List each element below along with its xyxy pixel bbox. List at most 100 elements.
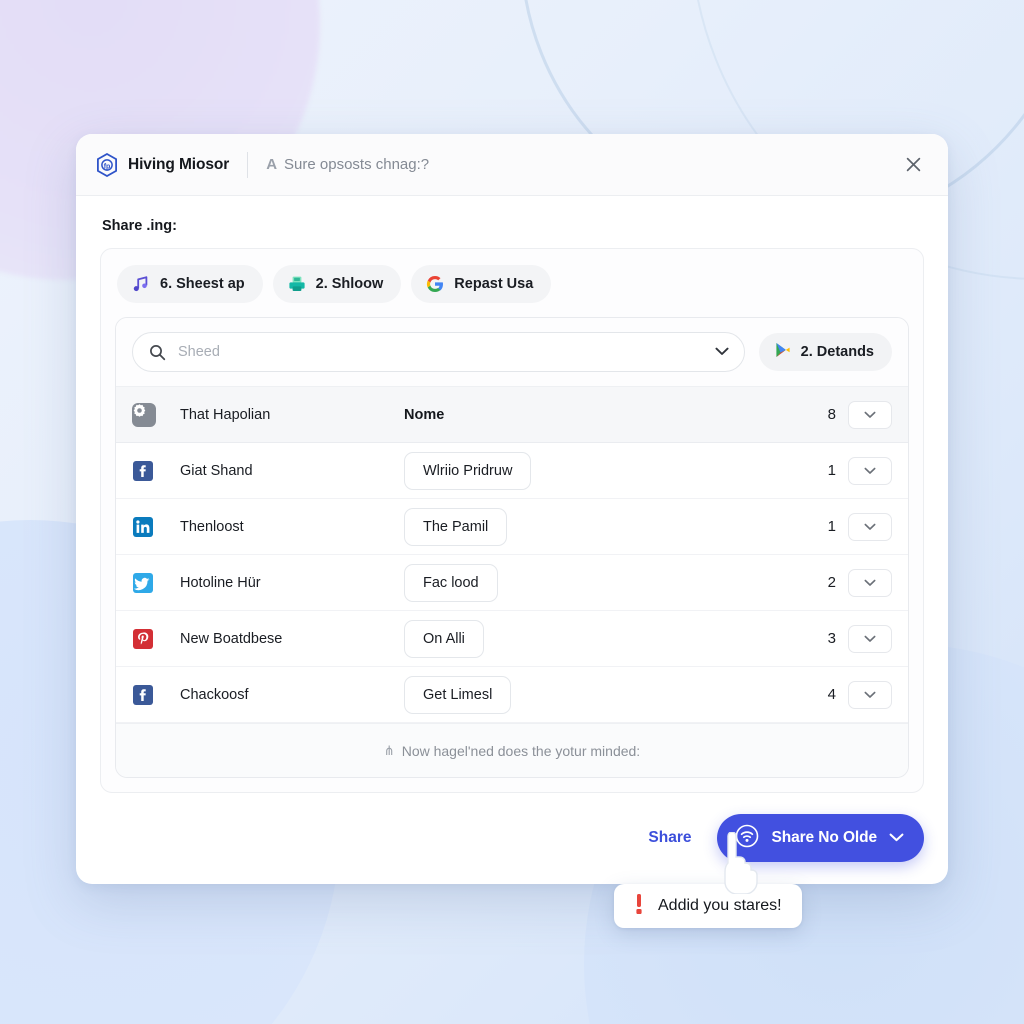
row-action-pill[interactable]: Wlriio Pridruw bbox=[404, 451, 532, 490]
screen: fp Hiving Miosor A Sure opsosts chnag:? bbox=[0, 0, 1024, 1024]
subtitle-glyph-icon: A bbox=[266, 156, 278, 173]
exclamation-icon bbox=[632, 892, 646, 921]
linkedin-icon bbox=[132, 516, 154, 538]
chevron-down-icon bbox=[864, 406, 876, 424]
share-list-card: 2. Detands Th bbox=[115, 317, 909, 778]
chip-shloow[interactable]: 2. Shloow bbox=[272, 265, 402, 303]
header-middle-cell: Nome bbox=[404, 407, 814, 423]
row-dropdown-button[interactable] bbox=[848, 456, 892, 485]
header-name: That Hapolian bbox=[180, 406, 271, 423]
table-row[interactable]: Hotoline Hür Fac lood 2 bbox=[116, 555, 908, 611]
row-dropdown-button[interactable] bbox=[848, 624, 892, 653]
detands-label: 2. Detands bbox=[800, 344, 874, 360]
header-icon-cell bbox=[132, 402, 180, 427]
row-icon-cell bbox=[132, 628, 180, 650]
share-wifi-icon bbox=[735, 824, 759, 853]
footnote-text: Now hagel'ned does the yotur minded: bbox=[401, 742, 641, 759]
pinterest-icon bbox=[132, 628, 154, 650]
row-icon-cell bbox=[132, 460, 180, 482]
facebook-icon bbox=[132, 460, 154, 482]
row-middle-cell: Wlriio Pridruw bbox=[404, 451, 814, 490]
table-row[interactable]: Chackoosf Get Limesl 4 bbox=[116, 667, 908, 723]
header-count: 8 bbox=[827, 406, 836, 423]
chevron-down-icon bbox=[715, 343, 729, 361]
search-input[interactable] bbox=[178, 344, 702, 360]
row-chevron-cell bbox=[848, 512, 892, 541]
search-row: 2. Detands bbox=[116, 318, 908, 387]
row-middle-cell: On Alli bbox=[404, 619, 814, 658]
row-chevron-cell bbox=[848, 568, 892, 597]
share-panel: 6. Sheest ap 2. Shloow Repast Usa Sheed … bbox=[100, 248, 924, 793]
row-middle-cell: The Pamil bbox=[404, 507, 814, 546]
titlebar-divider bbox=[247, 151, 249, 178]
row-action-pill[interactable]: Fac lood bbox=[404, 563, 498, 602]
row-name: Chackoosf bbox=[180, 686, 249, 703]
row-name: Hotoline Hür bbox=[180, 574, 261, 591]
brand-name: Hiving Miosor bbox=[128, 155, 230, 173]
row-dropdown-button[interactable] bbox=[848, 680, 892, 709]
row-icon-cell bbox=[132, 516, 180, 538]
google-g-icon bbox=[425, 274, 445, 294]
row-count: 2 bbox=[827, 574, 836, 591]
row-name: New Boatdbese bbox=[180, 630, 283, 647]
row-middle-cell: Fac lood bbox=[404, 563, 814, 602]
close-button[interactable] bbox=[896, 148, 930, 182]
row-dropdown-button[interactable] bbox=[848, 512, 892, 541]
close-icon bbox=[904, 155, 923, 174]
table-row[interactable]: Thenloost The Pamil 1 bbox=[116, 499, 908, 555]
header-chevron-cell bbox=[848, 400, 892, 429]
section-label: Share .ing: bbox=[102, 218, 177, 234]
chevron-down-icon bbox=[864, 574, 876, 592]
chip-label: 6. Sheest ap bbox=[160, 276, 245, 292]
chevron-down-icon bbox=[864, 630, 876, 648]
chevron-down-icon bbox=[864, 518, 876, 536]
header-middle-label: Nome bbox=[404, 406, 445, 423]
footnote-glyph-icon: ⋔ bbox=[383, 742, 395, 758]
tooltip-text: Addid you stares! bbox=[658, 897, 782, 914]
row-name: Thenloost bbox=[180, 518, 244, 535]
table-row[interactable]: Giat Shand Wlriio Pridruw 1 bbox=[116, 443, 908, 499]
row-chevron-cell bbox=[848, 624, 892, 653]
chevron-down-icon bbox=[864, 686, 876, 704]
svg-text:fp: fp bbox=[104, 163, 111, 170]
row-chevron-cell bbox=[848, 680, 892, 709]
row-icon-cell bbox=[132, 684, 180, 706]
row-icon-cell bbox=[132, 572, 180, 594]
table-row[interactable]: New Boatdbese On Alli 3 bbox=[116, 611, 908, 667]
row-count: 4 bbox=[827, 686, 836, 703]
share-link-button[interactable]: Share bbox=[648, 829, 691, 847]
chip-repast-usa[interactable]: Repast Usa bbox=[411, 265, 552, 303]
chip-row: 6. Sheest ap 2. Shloow Repast Usa bbox=[115, 263, 909, 317]
dialog-body: Share .ing: 6. Sheest ap 2. Shloow Repas… bbox=[76, 196, 948, 793]
row-name: Giat Shand bbox=[180, 462, 253, 479]
printer-icon bbox=[287, 274, 307, 294]
facebook-icon bbox=[132, 684, 154, 706]
row-middle-cell: Get Limesl bbox=[404, 675, 814, 714]
music-note-icon bbox=[131, 274, 151, 294]
twitter-icon bbox=[132, 572, 154, 594]
dialog-titlebar: fp Hiving Miosor A Sure opsosts chnag:? bbox=[76, 134, 948, 196]
play-store-icon bbox=[773, 341, 791, 363]
brand: fp Hiving Miosor bbox=[96, 152, 247, 177]
row-dropdown-button[interactable] bbox=[848, 568, 892, 597]
hexagon-badge-icon: fp bbox=[96, 152, 118, 177]
subtitle-text: Sure opsosts chnag:? bbox=[284, 156, 430, 173]
row-action-pill[interactable]: Get Limesl bbox=[404, 675, 512, 714]
dialog-footer: Share Share No Olde bbox=[76, 792, 948, 884]
search-box[interactable] bbox=[132, 332, 745, 372]
share-now-button[interactable]: Share No Olde bbox=[717, 814, 924, 862]
chip-label: 2. Shloow bbox=[315, 276, 384, 292]
share-dialog: fp Hiving Miosor A Sure opsosts chnag:? bbox=[76, 134, 948, 884]
header-dropdown-button[interactable] bbox=[848, 400, 892, 429]
row-action-pill[interactable]: The Pamil bbox=[404, 507, 508, 546]
search-dropdown-toggle[interactable] bbox=[714, 343, 730, 361]
row-action-pill[interactable]: On Alli bbox=[404, 619, 484, 658]
detands-button[interactable]: 2. Detands bbox=[758, 333, 892, 371]
share-now-label: Share No Olde bbox=[771, 829, 877, 846]
row-chevron-cell bbox=[848, 456, 892, 485]
chevron-down-icon bbox=[889, 829, 904, 847]
row-count: 1 bbox=[827, 518, 836, 535]
chip-sheest-ap[interactable]: 6. Sheest ap bbox=[117, 265, 263, 303]
gear-icon bbox=[132, 402, 156, 427]
tooltip: Addid you stares! bbox=[614, 884, 802, 928]
